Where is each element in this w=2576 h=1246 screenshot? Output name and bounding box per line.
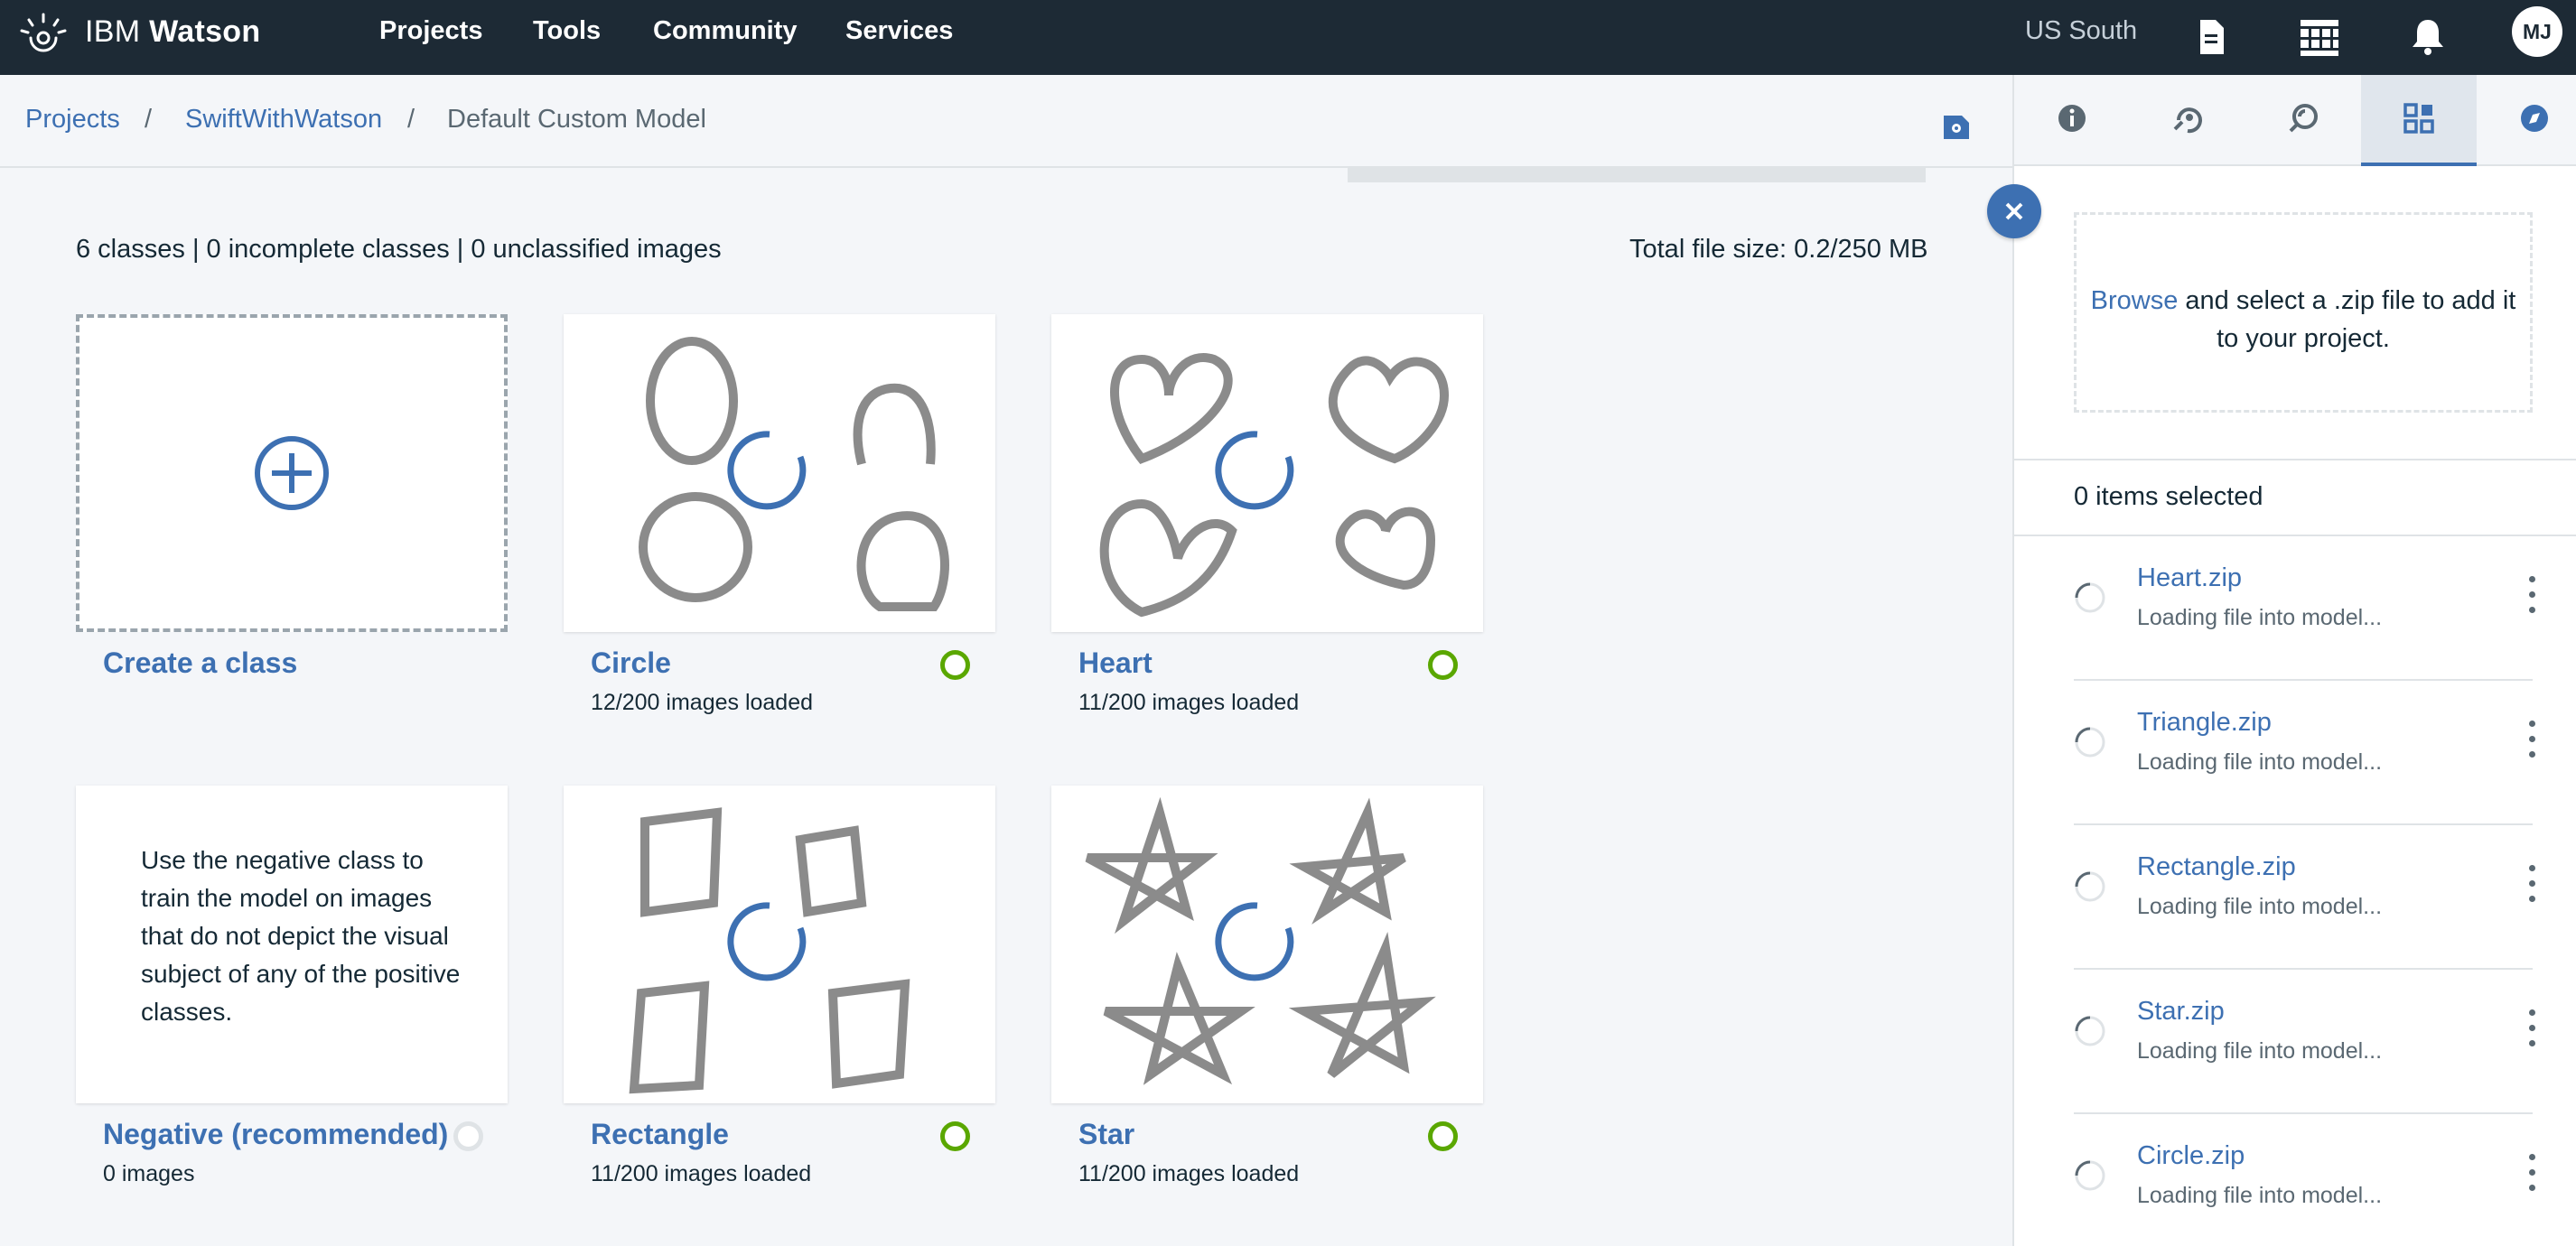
assets-panel: Browse and select a .zip file to add it … [2012,75,2576,1246]
nav-community[interactable]: Community [653,16,798,46]
file-loading-icon [2075,871,2105,902]
total-file-size: Total file size: 0.2/250 MB [1629,235,1928,264]
tab-assets[interactable] [2361,75,2477,166]
heart-thumbnails [1099,353,1450,618]
class-card-star[interactable] [1051,786,1483,1103]
class-title-heart[interactable]: Heart [1078,646,1153,680]
file-item[interactable]: Circle.zip Loading file into model... [2074,1114,2535,1246]
class-card-circle[interactable] [564,314,995,632]
loading-spinner-icon [727,902,807,981]
file-item[interactable]: Heart.zip Loading file into model... [2074,536,2535,681]
create-class-label[interactable]: Create a class [103,646,297,680]
class-summary: 6 classes | 0 incomplete classes | 0 unc… [76,235,722,264]
file-dropzone[interactable]: Browse and select a .zip file to add it … [2074,212,2533,413]
top-nav-bar: IBM Watson Projects Tools Community Serv… [0,0,2576,75]
user-avatar[interactable]: MJ [2512,6,2562,57]
selected-count: 0 items selected [2074,482,2263,511]
more-options-icon[interactable] [2529,576,2538,619]
assets-icon [2403,103,2434,134]
file-loading-icon [2075,727,2105,758]
train-icon [2173,107,2202,134]
file-name[interactable]: Star.zip [2137,997,2225,1027]
file-name[interactable]: Circle.zip [2137,1141,2245,1171]
file-name[interactable]: Triangle.zip [2137,708,2272,738]
file-item[interactable]: Rectangle.zip Loading file into model... [2074,825,2535,970]
class-status-star [1428,1121,1458,1151]
brand-title[interactable]: IBM Watson [85,14,260,50]
class-status-circle [940,650,970,680]
document-icon[interactable] [2187,13,2235,61]
class-card-rectangle[interactable] [564,786,995,1103]
nav-projects[interactable]: Projects [379,16,482,46]
more-options-icon[interactable] [2529,865,2538,908]
file-status: Loading file into model... [2137,749,2383,775]
panel-tabs [2014,75,2576,166]
more-options-icon[interactable] [2529,1154,2538,1197]
breadcrumb-separator: / [407,105,415,134]
create-class-card[interactable] [76,314,508,632]
class-count-rectangle: 11/200 images loaded [591,1161,812,1186]
class-count-heart: 11/200 images loaded [1078,690,1300,715]
nav-services[interactable]: Services [845,16,953,46]
watson-logo-icon[interactable] [18,11,69,61]
file-loading-icon [2075,582,2105,613]
class-status-rectangle [940,1121,970,1151]
star-thumbnails [1085,796,1436,1085]
top-divider-tab [1348,168,1926,182]
class-status-negative [453,1121,483,1151]
loading-spinner-icon [727,431,807,510]
file-name[interactable]: Rectangle.zip [2137,852,2296,882]
dropzone-instructions: and select a .zip file to add it to your… [2185,286,2516,353]
class-title-star[interactable]: Star [1078,1118,1134,1151]
more-options-icon[interactable] [2529,1009,2538,1053]
class-status-heart [1428,650,1458,680]
tab-test[interactable] [2245,75,2361,166]
compass-icon [2521,105,2548,132]
test-icon [2289,104,2318,133]
region-selector[interactable]: US South [2025,16,2137,46]
tab-explore[interactable] [2477,75,2576,166]
class-card-negative[interactable]: Use the negative class to train the mode… [76,786,508,1103]
loading-spinner-icon [1215,902,1294,981]
file-loading-icon [2075,1016,2105,1046]
class-card-heart[interactable] [1051,314,1483,632]
file-item[interactable]: Star.zip Loading file into model... [2074,970,2535,1114]
breadcrumb-current: Default Custom Model [447,105,706,134]
bell-icon[interactable] [2403,13,2452,61]
close-icon [2005,202,2023,220]
file-status: Loading file into model... [2137,1183,2383,1208]
rectangle-thumbnails [629,807,910,1094]
info-icon [2058,105,2086,132]
nav-tools[interactable]: Tools [533,16,601,46]
browse-link[interactable]: Browse [2091,286,2179,315]
add-circle-icon[interactable] [79,318,504,628]
negative-class-description: Use the negative class to train the mode… [141,846,461,1026]
close-panel-button[interactable] [1987,184,2041,238]
file-loading-icon [2075,1160,2105,1191]
breadcrumb-separator: / [145,105,153,134]
more-options-icon[interactable] [2529,721,2538,764]
loading-spinner-icon [1215,431,1294,510]
model-settings-icon[interactable] [1937,107,1976,146]
breadcrumb-project-name[interactable]: SwiftWithWatson [185,105,382,135]
class-title-negative[interactable]: Negative (recommended) [103,1118,448,1151]
class-title-circle[interactable]: Circle [591,646,671,680]
breadcrumb: Projects / SwiftWithWatson / Default Cus… [0,75,2012,168]
file-name[interactable]: Heart.zip [2137,563,2242,593]
selection-bar: 0 items selected [2014,459,2576,536]
file-status: Loading file into model... [2137,605,2383,630]
class-count-negative: 0 images [103,1161,195,1186]
apps-grid-icon[interactable] [2295,13,2344,61]
class-count-circle: 12/200 images loaded [591,690,814,715]
tab-info[interactable] [2014,75,2130,166]
class-count-star: 11/200 images loaded [1078,1161,1300,1186]
circle-thumbnails [639,337,949,611]
tab-train[interactable] [2130,75,2245,166]
class-title-rectangle[interactable]: Rectangle [591,1118,729,1151]
file-item[interactable]: Triangle.zip Loading file into model... [2074,681,2535,825]
file-status: Loading file into model... [2137,1038,2383,1064]
breadcrumb-projects[interactable]: Projects [25,105,120,135]
file-status: Loading file into model... [2137,894,2383,919]
